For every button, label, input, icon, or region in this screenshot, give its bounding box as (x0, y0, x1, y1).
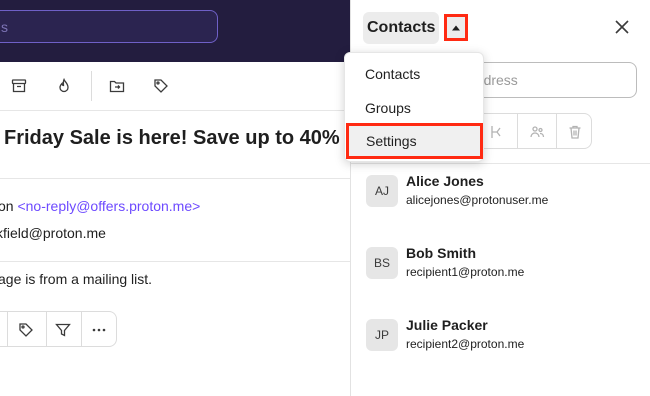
divider (0, 178, 350, 179)
divider (351, 163, 650, 164)
mailing-list-notice: age is from a mailing list. (0, 271, 153, 287)
more-icon[interactable] (89, 320, 109, 340)
actions-divider (556, 114, 557, 148)
search-input[interactable]: s (0, 10, 218, 43)
search-placeholder: s (1, 19, 8, 35)
message-actions (0, 311, 117, 347)
actions-divider (46, 312, 47, 346)
contact-actions (476, 113, 592, 149)
recipient-address[interactable]: kfield@proton.me (0, 225, 106, 241)
menu-item-groups[interactable]: Groups (345, 92, 483, 124)
fire-icon[interactable] (54, 76, 74, 96)
top-bar: s (0, 0, 350, 62)
close-icon[interactable] (613, 18, 631, 36)
actions-divider (81, 312, 82, 346)
avatar: BS (366, 247, 398, 279)
toolbar-divider (91, 71, 92, 101)
panel-title[interactable]: Contacts (363, 12, 440, 44)
message-subject: Friday Sale is here! Save up to 40% (4, 127, 340, 149)
contact-email: recipient1@proton.me (406, 265, 525, 279)
caret-up-icon (452, 25, 460, 30)
menu-item-settings[interactable]: Settings (346, 123, 483, 159)
contact-name: Bob Smith (406, 245, 476, 261)
sender-line: on <no-reply@offers.proton.me> (0, 198, 200, 214)
trash-icon[interactable] (565, 122, 585, 142)
message-toolbar (0, 62, 350, 111)
filter-icon[interactable] (53, 320, 73, 340)
archive-icon[interactable] (9, 76, 29, 96)
dropdown-toggle[interactable] (444, 14, 468, 41)
contact-name: Julie Packer (406, 317, 488, 333)
panel-title-label: Contacts (367, 19, 436, 36)
tag-icon[interactable] (16, 320, 36, 340)
contact-email: alicejones@protonuser.me (406, 193, 549, 207)
tag-icon[interactable] (151, 76, 171, 96)
sender-name: on (0, 198, 14, 214)
avatar: JP (366, 319, 398, 351)
menu-item-contacts[interactable]: Contacts (345, 58, 483, 90)
contact-item[interactable]: JP Julie Packer recipient2@proton.me (351, 309, 650, 369)
divider (0, 261, 350, 262)
merge-icon[interactable] (487, 122, 507, 142)
sender-address[interactable]: <no-reply@offers.proton.me> (17, 198, 200, 214)
contact-email: recipient2@proton.me (406, 337, 525, 351)
contact-name: Alice Jones (406, 173, 484, 189)
group-icon[interactable] (527, 122, 547, 142)
contact-item[interactable]: BS Bob Smith recipient1@proton.me (351, 237, 650, 297)
contact-item[interactable]: AJ Alice Jones alicejones@protonuser.me (351, 165, 650, 225)
actions-divider (7, 312, 8, 346)
avatar: AJ (366, 175, 398, 207)
actions-divider (517, 114, 518, 148)
move-icon[interactable] (107, 76, 127, 96)
